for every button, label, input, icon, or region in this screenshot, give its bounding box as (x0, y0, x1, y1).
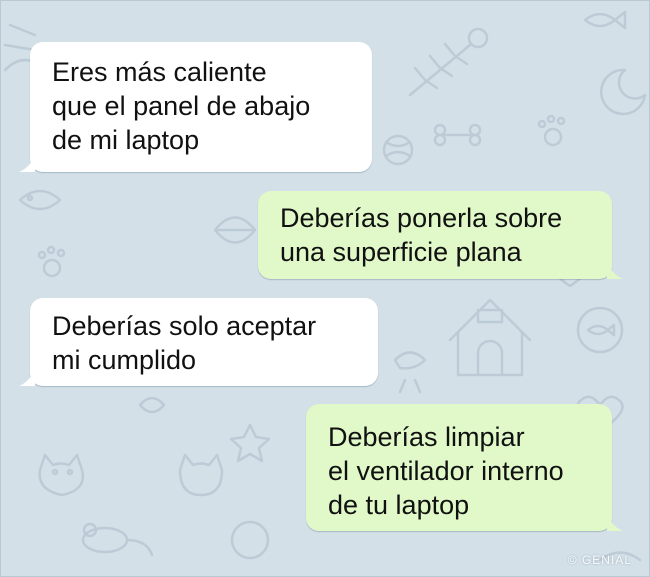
yarn-ball-doodle (382, 134, 414, 166)
message-line: de tu laptop (328, 490, 470, 520)
bird-doodle (393, 351, 427, 394)
message-line: Deberías limpiar (328, 422, 525, 452)
bubble-tail (19, 156, 35, 172)
message-line: una superficie plana (280, 237, 522, 267)
squiggle-doodle (3, 23, 37, 52)
paw-print-doodle (37, 245, 66, 278)
fish-bowl-doodle (576, 306, 624, 354)
mouse-doodle (81, 522, 154, 557)
cat-face-doodle (178, 453, 224, 497)
dog-house-doodle (448, 298, 532, 377)
incoming-message-bubble[interactable]: Deberías solo aceptar mi cumplido (19, 298, 378, 386)
bone-doodle (433, 123, 482, 147)
paw-print-doodle (537, 114, 566, 147)
message-line: que el panel de abajo (52, 91, 311, 121)
bubble-tail (19, 370, 35, 386)
fish-doodle (18, 189, 62, 211)
message-line: Deberías solo aceptar (52, 311, 317, 341)
message-line: Eres más caliente (52, 57, 267, 87)
bubble-tail (607, 263, 623, 279)
watermark-label: © GENIAL (567, 553, 632, 567)
incoming-message-bubble[interactable]: Eres más caliente que el panel de abajo … (19, 42, 372, 172)
flower-doodle (229, 423, 271, 463)
bubble-tail (607, 515, 623, 531)
outgoing-message-bubble[interactable]: Deberías limpiar el ventilador interno d… (306, 404, 623, 531)
flower-doodle (138, 396, 166, 414)
message-line: mi cumplido (52, 345, 197, 375)
crescent-doodle (600, 68, 647, 116)
outgoing-message-bubble[interactable]: Deberías ponerla sobre una superficie pl… (258, 191, 623, 279)
message-line: de mi laptop (52, 125, 200, 155)
leaf-doodle (213, 216, 257, 244)
fish-doodle (583, 10, 627, 30)
ball-doodle (230, 520, 270, 560)
message-line: el ventilador interno (328, 456, 564, 486)
fish-bone-doodle (408, 27, 489, 97)
message-line: Deberías ponerla sobre (280, 203, 563, 233)
cat-doodle (38, 453, 85, 497)
